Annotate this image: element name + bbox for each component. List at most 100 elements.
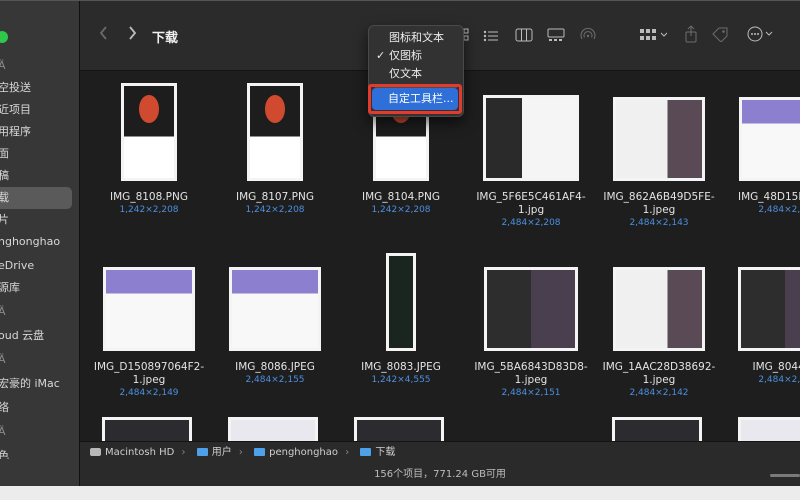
file-thumbnail [103, 267, 195, 351]
gallery-icon [547, 28, 565, 41]
file-thumbnail-partial[interactable] [612, 417, 702, 441]
sidebar-item[interactable]: nghonghao [0, 231, 79, 253]
finder-window: Ä空投送近项目用程序面稿载片nghonghaoeDrive源库Äoud 云盘Ä宏… [0, 0, 800, 500]
file-thumbnail [739, 97, 800, 181]
file-name: IMG_8086.JPEG [235, 361, 315, 373]
zoom-window-button[interactable] [0, 31, 8, 43]
sidebar-item[interactable]: eDrive [0, 255, 79, 277]
hard-drive-icon [90, 448, 101, 456]
file-thumbnail [613, 97, 705, 181]
file-dimensions: 1,242×4,555 [371, 375, 431, 385]
file-grid: IMG_8108.PNG 1,242×2,208 IMG_8107.PNG 1,242… [80, 71, 800, 441]
file-thumbnail [229, 267, 321, 351]
file-dimensions: 2,484×2,143 [629, 218, 689, 228]
group-icon [640, 29, 668, 40]
file-item[interactable]: IMG_1AAC28D38692-1.jpeg 2,484×2,142 [594, 241, 724, 411]
sidebar-item[interactable]: 稿 [0, 165, 79, 187]
file-name: IMG_5BA6843D83D8-1.jpeg [474, 361, 588, 386]
file-name: IMG_8044.JP [752, 361, 800, 373]
file-dimensions: 2,484×2,15 [758, 375, 800, 385]
file-dimensions: 2,484×2,142 [629, 388, 689, 398]
file-name: IMG_D150897064F2-1.jpeg [93, 361, 205, 386]
sidebar-section-header: Ä [0, 421, 79, 443]
file-thumbnail-partial[interactable] [228, 417, 318, 441]
path-separator: › [345, 447, 350, 458]
file-thumbnail [484, 267, 578, 351]
sidebar-item[interactable]: 源库 [0, 277, 79, 299]
file-item[interactable]: IMG_8107.PNG 1,242×2,208 [210, 71, 340, 241]
gallery-view-button[interactable] [546, 27, 566, 47]
sidebar-item[interactable]: 近项目 [0, 99, 79, 121]
sidebar-item[interactable]: 络 [0, 397, 79, 419]
file-name: IMG_48D15D28FA [737, 191, 800, 203]
rose-graphic [265, 95, 285, 123]
file-dimensions: 1,242×2,208 [119, 205, 179, 215]
sidebar-item[interactable]: oud 云盘 [0, 325, 79, 347]
path-segment[interactable]: 下载 [375, 447, 395, 458]
sidebar-item[interactable]: 空投送 [0, 77, 79, 99]
file-name: IMG_8104.PNG [362, 191, 440, 203]
file-thumbnail [121, 83, 177, 181]
sidebar: Ä空投送近项目用程序面稿载片nghonghaoeDrive源库Äoud 云盘Ä宏… [0, 1, 80, 459]
folder-icon [360, 448, 372, 456]
sidebar-section-header: Ä [0, 55, 79, 77]
file-item[interactable]: IMG_8083.JPEG 1,242×4,555 [336, 241, 466, 411]
sidebar-item[interactable]: 色 [0, 445, 79, 459]
airdrop-button[interactable] [578, 27, 598, 48]
status-text: 156个项目，771.24 GB可用 [374, 469, 506, 480]
list-view-button[interactable] [482, 27, 500, 47]
forward-button[interactable] [122, 25, 142, 45]
file-thumbnail [247, 83, 303, 181]
file-thumbnail-partial[interactable] [354, 417, 444, 441]
sidebar-section-header: Ä [0, 301, 79, 323]
file-thumbnail-partial[interactable] [102, 417, 192, 441]
file-dimensions: 2,484×2,14 [758, 205, 800, 215]
sidebar-item[interactable]: 面 [0, 143, 79, 165]
path-segment[interactable]: 用户 [212, 447, 232, 458]
file-item[interactable]: IMG_8108.PNG 1,242×2,208 [84, 71, 214, 241]
file-name: IMG_8083.JPEG [361, 361, 441, 373]
file-thumbnail [386, 253, 416, 351]
status-bar: 156个项目，771.24 GB可用 [80, 463, 800, 487]
airdrop-icon [580, 27, 596, 40]
folder-icon [254, 448, 266, 456]
file-dimensions: 1,242×2,208 [371, 205, 431, 215]
menu-item-icon-only[interactable]: ✓ 仅图标 [369, 47, 465, 65]
file-item[interactable]: IMG_5F6E5C461AF4-1.jpg 2,484×2,208 [466, 71, 596, 241]
file-thumbnail-partial[interactable] [738, 417, 800, 441]
sidebar-item[interactable]: 载 [0, 187, 72, 209]
file-dimensions: 2,484×2,155 [245, 375, 305, 385]
sidebar-footer [0, 459, 80, 487]
share-icon [685, 25, 697, 43]
column-view-button[interactable] [514, 27, 534, 47]
sidebar-item[interactable]: 用程序 [0, 121, 79, 143]
file-dimensions: 2,484×2,208 [501, 218, 561, 228]
file-name: IMG_8108.PNG [110, 191, 188, 203]
back-button[interactable] [94, 25, 114, 45]
path-segment[interactable]: Macintosh HD [105, 447, 174, 458]
file-name: IMG_8107.PNG [236, 191, 314, 203]
sidebar-item[interactable]: 片 [0, 209, 79, 231]
tag-button[interactable] [710, 26, 730, 47]
file-item[interactable]: IMG_862A6B49D5FE-1.jpeg 2,484×2,143 [594, 71, 724, 241]
file-item[interactable]: IMG_D150897064F2-1.jpeg 2,484×2,149 [84, 241, 214, 411]
folder-icon [196, 448, 208, 456]
menu-item-icon-and-text[interactable]: 图标和文本 [369, 29, 465, 47]
list-icon [483, 30, 498, 42]
file-dimensions: 2,484×2,149 [119, 388, 179, 398]
path-segment[interactable]: penghonghao [269, 447, 338, 458]
icon-size-slider[interactable] [770, 474, 800, 477]
file-item[interactable]: IMG_8086.JPEG 2,484×2,155 [210, 241, 340, 411]
file-item[interactable]: IMG_48D15D28FA 2,484×2,14 [720, 71, 800, 241]
sidebar-item[interactable]: 宏豪的 iMac [0, 373, 79, 395]
file-dimensions: 1,242×2,208 [245, 205, 305, 215]
more-actions-button[interactable] [746, 26, 776, 47]
file-item[interactable]: IMG_8044.JP 2,484×2,15 [720, 241, 800, 411]
path-separator: › [181, 447, 186, 458]
share-button[interactable] [682, 25, 700, 48]
file-thumbnail [738, 267, 800, 351]
file-item[interactable]: IMG_5BA6843D83D8-1.jpeg 2,484×2,151 [466, 241, 596, 411]
group-button[interactable] [638, 27, 670, 47]
checkmark-icon: ✓ [376, 49, 386, 62]
menu-item-text-only[interactable]: 仅文本 [369, 65, 465, 83]
